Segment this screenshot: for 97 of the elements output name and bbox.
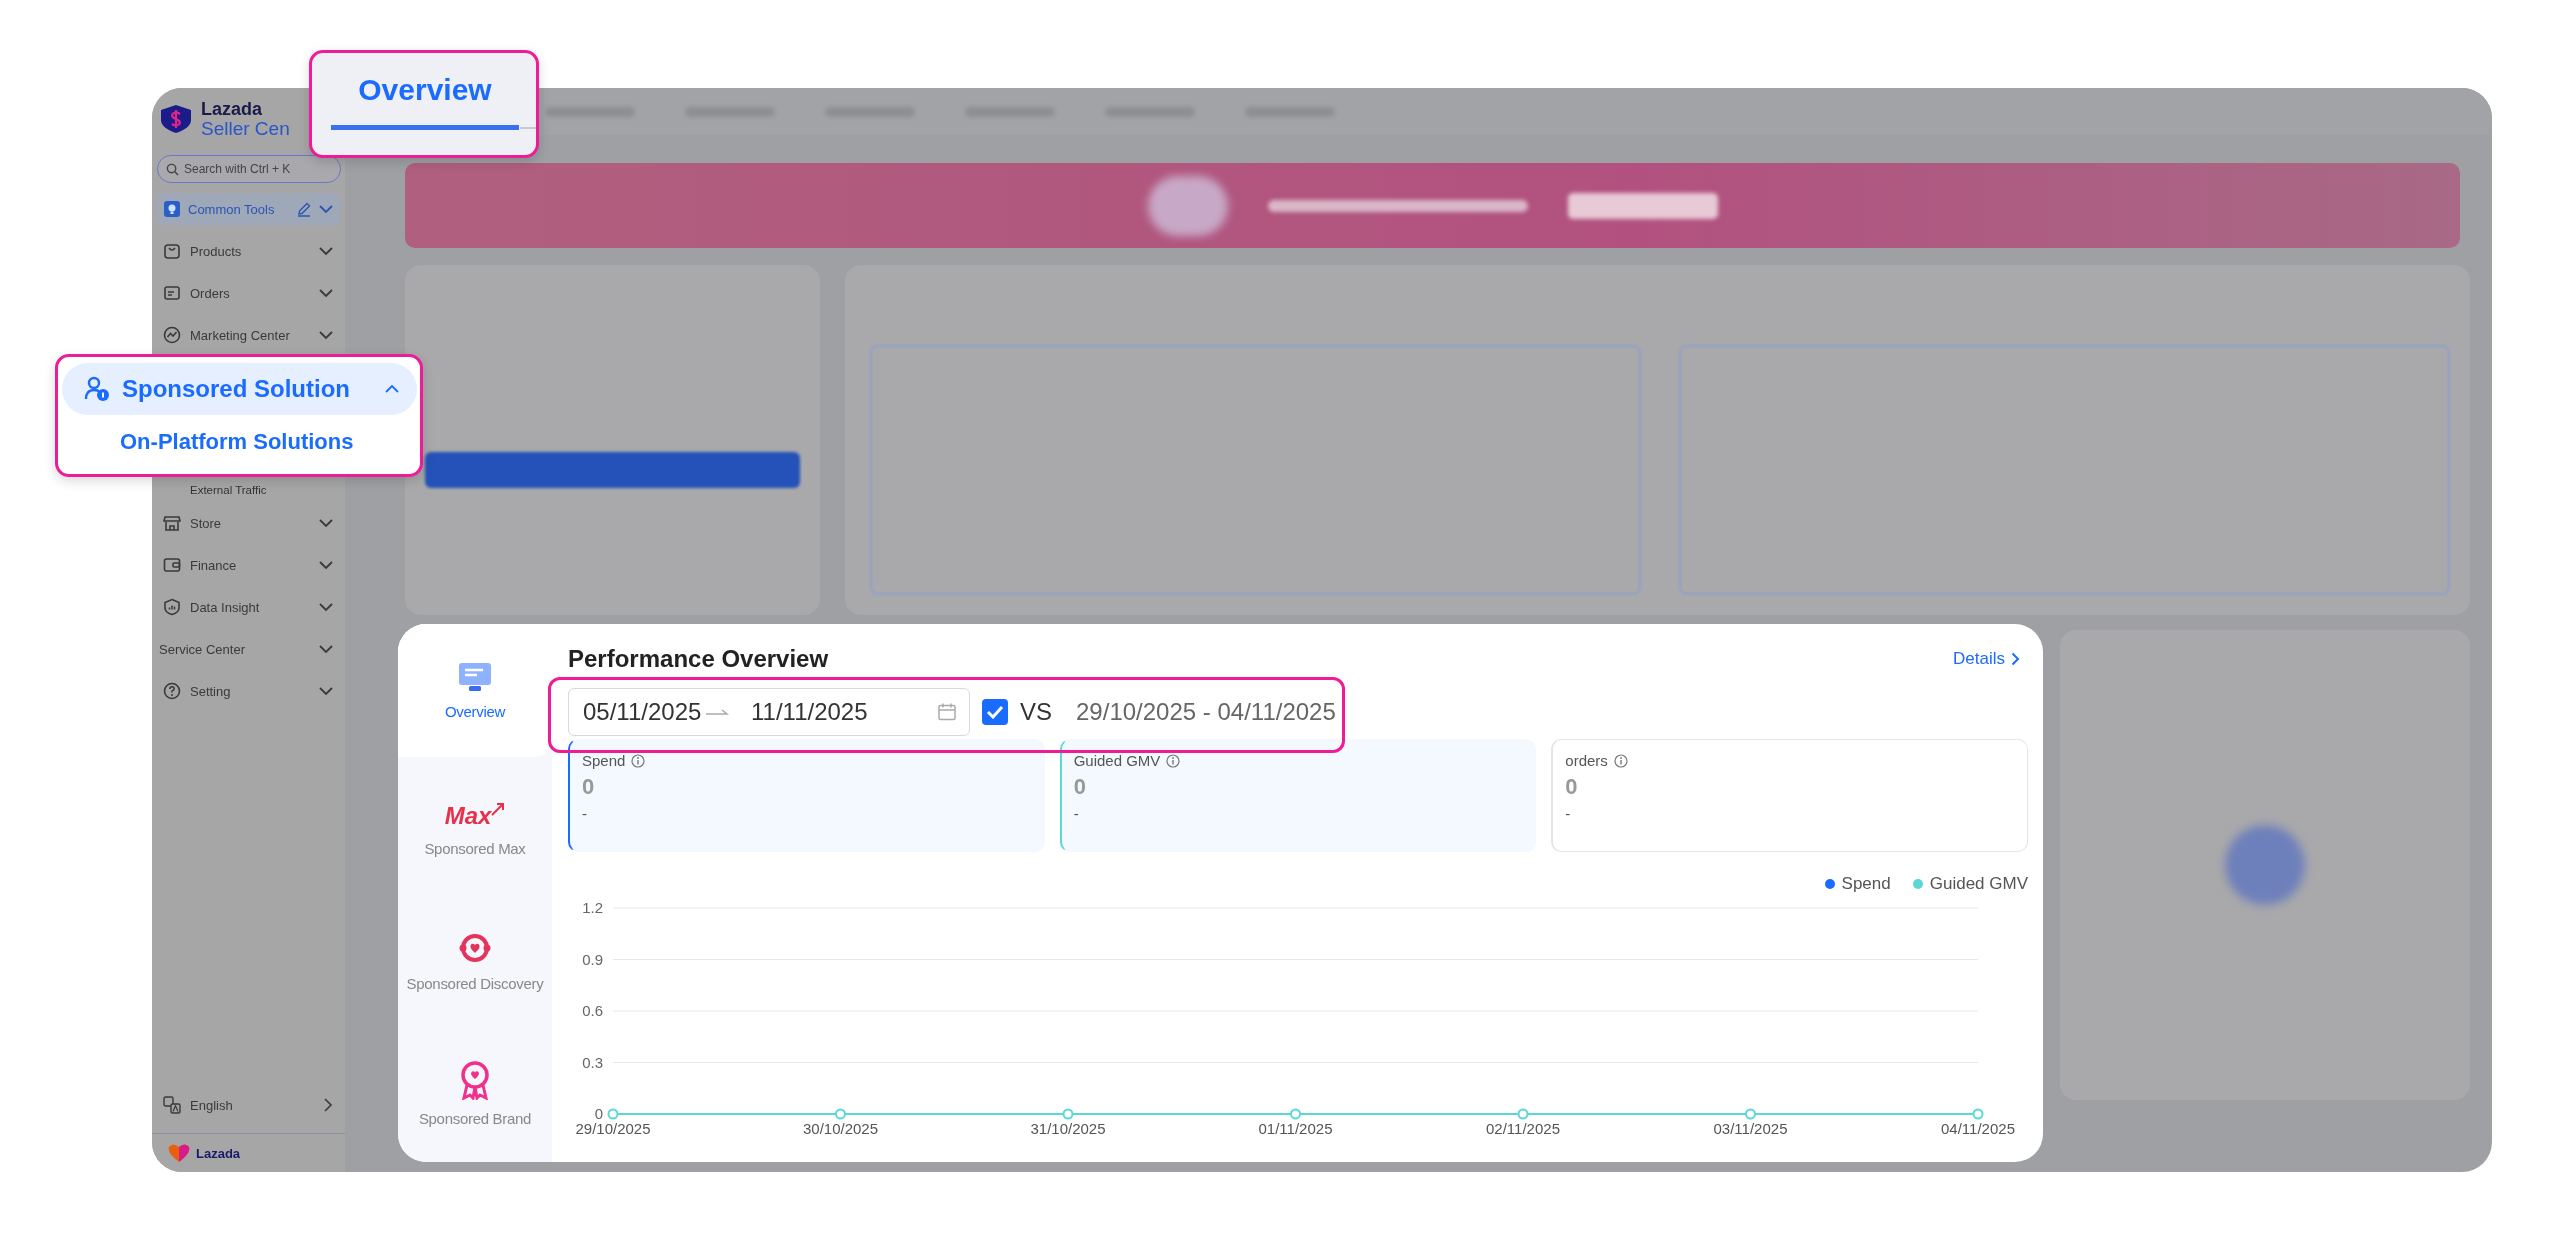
wallet-icon xyxy=(163,556,181,574)
chevron-icon xyxy=(319,246,333,256)
sidebar-subitem[interactable]: External Traffic xyxy=(190,479,267,501)
ribbon-medal-icon xyxy=(458,1059,492,1100)
calendar-icon xyxy=(937,702,957,722)
product-tab[interactable]: Overview xyxy=(398,624,552,757)
max-logo: Max xyxy=(444,801,506,830)
sidebar-item[interactable]: Data Insight xyxy=(157,591,341,623)
compare-date-range: 29/10/2025 - 04/11/2025 xyxy=(1076,698,1336,726)
info-icon xyxy=(631,753,646,768)
metric-card[interactable]: Spend 0 - xyxy=(568,739,1045,852)
details-link[interactable]: Details xyxy=(1953,649,2020,669)
blurred-button[interactable] xyxy=(425,452,800,488)
chevron-icon xyxy=(319,330,333,340)
compare-checkbox[interactable] xyxy=(982,699,1008,725)
sidebar-item[interactable]: Store xyxy=(157,507,341,539)
submenu-item[interactable]: On-Platform Solutions xyxy=(120,429,354,455)
check-icon xyxy=(986,705,1004,719)
sidebar-item[interactable]: Common Tools xyxy=(157,193,341,225)
data-point xyxy=(835,1108,846,1120)
metric-value: 0 xyxy=(582,774,595,800)
metric-label: Guided GMV xyxy=(1073,752,1161,769)
data-point xyxy=(607,1108,619,1120)
legend-label[interactable]: Spend xyxy=(1841,874,1891,894)
bulb-badge-icon xyxy=(163,200,181,218)
language-item[interactable]: English xyxy=(157,1089,341,1121)
axis-tick-label: 02/11/2025 xyxy=(1486,1120,1560,1137)
chevron-icon xyxy=(319,288,333,298)
metric-change: - xyxy=(1565,805,1571,822)
search-field[interactable]: Search with Ctrl + K xyxy=(157,155,341,183)
sidebar-item[interactable]: Products xyxy=(157,235,341,267)
info-icon xyxy=(1613,753,1628,768)
document-icon xyxy=(163,284,181,302)
legend-label[interactable]: Guided GMV xyxy=(1929,874,2028,894)
translate-icon xyxy=(163,1096,181,1114)
store-icon xyxy=(163,514,181,532)
arrow-icon xyxy=(491,801,506,816)
section-title: Performance Overview xyxy=(568,645,829,673)
sidebar-item[interactable]: Service Center xyxy=(157,633,341,665)
chevron-icon xyxy=(319,602,333,612)
metric-card[interactable]: orders 0 - xyxy=(1551,739,2028,852)
data-point xyxy=(1290,1108,1301,1120)
date-range-picker[interactable]: 05/11/2025 11/11/2025 xyxy=(568,688,970,736)
bag-icon xyxy=(163,242,181,260)
data-point xyxy=(1972,1108,1984,1120)
lazada-logo-icon xyxy=(159,104,193,134)
axis-tick-label: 1.2 xyxy=(582,899,603,916)
monitor-icon xyxy=(458,661,492,693)
axis-tick-label: 03/11/2025 xyxy=(1713,1120,1788,1137)
axis-tick-label: 01/11/2025 xyxy=(1258,1120,1333,1137)
sidebar-item[interactable]: Orders xyxy=(157,277,341,309)
pencil-icon[interactable] xyxy=(296,201,312,217)
chevron-right-icon xyxy=(323,1098,333,1112)
axis-tick-label: 0.6 xyxy=(582,1002,603,1019)
chevron-icon xyxy=(319,560,333,570)
chevron-icon xyxy=(319,644,333,654)
product-tab[interactable]: Sponsored Brand xyxy=(398,1033,552,1153)
sponsored-solution-menu-item[interactable]: Sponsored Solution xyxy=(62,363,417,415)
caret-icon xyxy=(385,384,399,394)
axis-tick-label: 04/11/2025 xyxy=(1941,1120,2015,1137)
data-point xyxy=(1745,1108,1756,1120)
brand-name: Lazada xyxy=(201,99,264,119)
help-icon xyxy=(163,682,181,700)
metric-change: - xyxy=(1073,805,1079,822)
chevron-icon xyxy=(319,204,333,214)
promo-banner[interactable] xyxy=(405,163,2460,248)
compare-label: VS xyxy=(1020,698,1052,726)
metric-change: - xyxy=(582,805,587,822)
info-icon xyxy=(1166,753,1181,768)
axis-tick-label: 0.3 xyxy=(582,1053,603,1071)
search-icon xyxy=(166,163,179,176)
badge-person-icon xyxy=(84,376,110,402)
metric-value: 0 xyxy=(1565,774,1578,800)
footer-brand: Lazada xyxy=(196,1145,241,1161)
data-point xyxy=(1062,1108,1074,1120)
sidebar-item[interactable]: Setting xyxy=(157,675,341,707)
shield-chart-icon xyxy=(163,598,181,616)
brand-subtitle: Seller Cen xyxy=(201,119,290,139)
lazada-heart-icon xyxy=(167,1143,191,1163)
axis-tick-label: 31/10/2025 xyxy=(1030,1120,1106,1137)
chevron-right-icon xyxy=(2011,652,2020,666)
sidebar-item[interactable]: Finance xyxy=(157,549,341,581)
trend-icon xyxy=(163,326,181,344)
product-tab[interactable]: Sponsored Discovery xyxy=(398,901,552,1021)
metric-label: Spend xyxy=(582,752,626,769)
axis-tick-label: 29/10/2025 xyxy=(575,1120,651,1137)
metric-card[interactable]: Guided GMV 0 - xyxy=(1059,739,1537,852)
data-point xyxy=(1517,1108,1529,1120)
axis-tick-label: 30/10/2025 xyxy=(802,1120,879,1137)
axis-tick-label: 0 xyxy=(594,1105,603,1122)
chevron-icon xyxy=(319,518,333,528)
product-tab[interactable]: Max Sponsored Max xyxy=(398,769,552,889)
metric-value: 0 xyxy=(1073,774,1086,800)
axis-tick-label: 0.9 xyxy=(582,950,603,968)
sidebar-item[interactable]: Marketing Center xyxy=(157,319,341,351)
metric-label: orders xyxy=(1565,752,1608,769)
chevron-icon xyxy=(319,686,333,696)
